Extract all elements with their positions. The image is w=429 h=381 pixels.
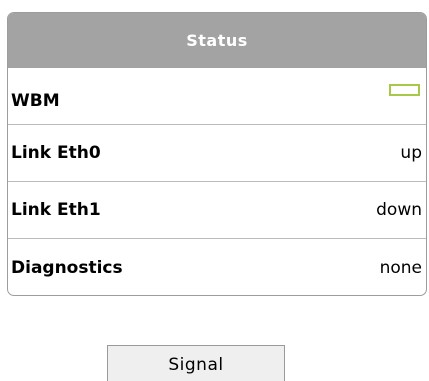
status-box-icon	[389, 84, 420, 96]
status-row-value: none	[379, 257, 422, 278]
status-row-diagnostics: Diagnostics none	[8, 239, 426, 295]
status-row-label: Link Eth1	[11, 200, 101, 220]
status-row-link-eth1: Link Eth1 down	[8, 182, 426, 239]
status-row-link-eth0: Link Eth0 up	[8, 125, 426, 182]
signal-button[interactable]: Signal	[107, 345, 285, 381]
status-row-label: Link Eth0	[11, 143, 101, 163]
status-row-value: down	[376, 200, 422, 220]
status-row-value: up	[400, 143, 422, 163]
status-row-label: WBM	[11, 91, 60, 111]
status-panel-title: Status	[8, 13, 426, 68]
status-row-label: Diagnostics	[11, 257, 123, 278]
status-panel: Status WBM Link Eth0 up Link Eth1 down D…	[7, 12, 427, 296]
status-row-wbm: WBM	[8, 68, 426, 125]
